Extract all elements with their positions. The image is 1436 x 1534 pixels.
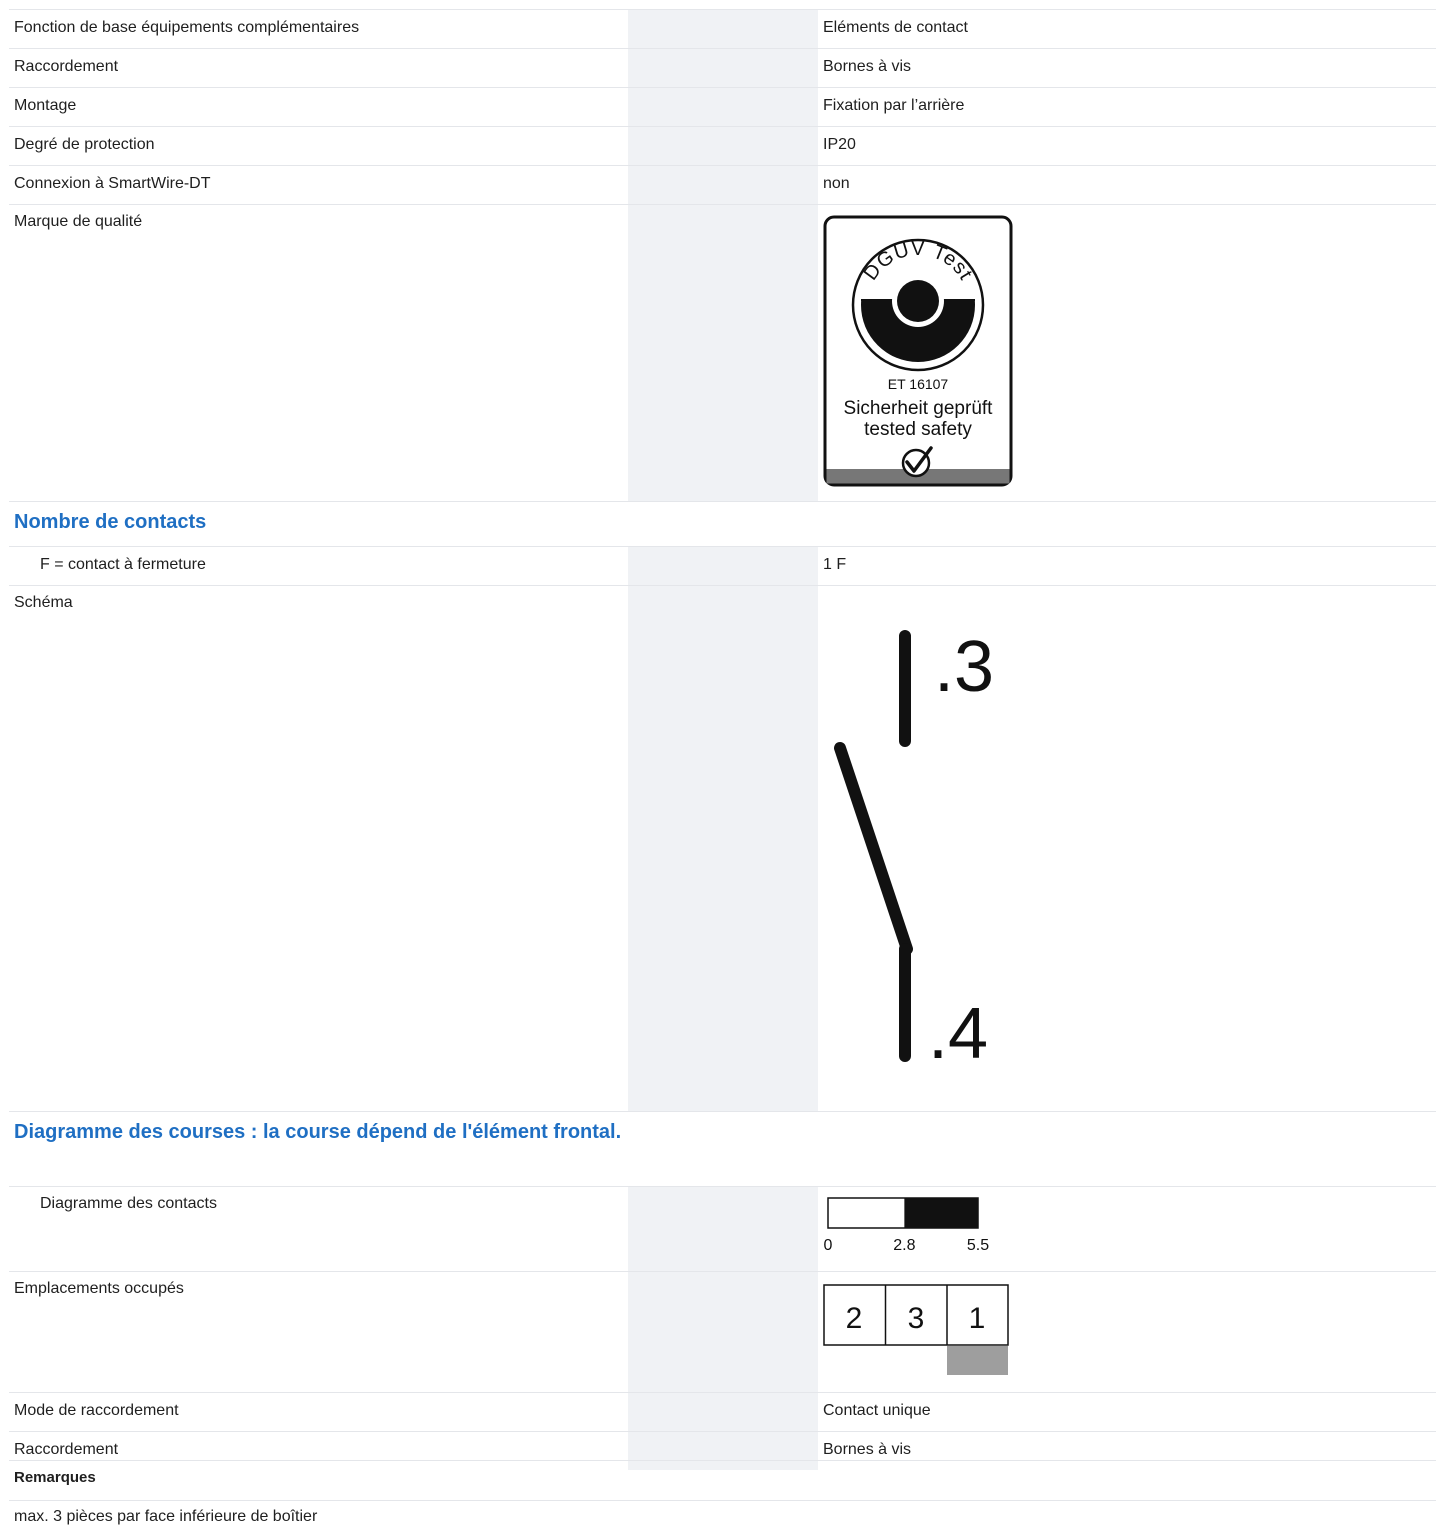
slot-label: 3 [908,1302,925,1335]
row-montage: Montage Fixation par l’arrière [9,87,1436,126]
row-mode-raccordement: Mode de raccordement Contact unique [9,1392,1436,1431]
row-label: Diagramme des contacts [40,1195,217,1212]
row-label: Marque de qualité [14,213,143,230]
contact-travel-diagram: 0 2.8 5.5 [824,1197,989,1254]
slot-diagram: 2 3 1 [823,1284,1009,1375]
slot-label: 1 [969,1302,986,1335]
svg-text:ET 16107: ET 16107 [888,376,949,392]
row-label: Montage [14,97,77,114]
contact-schema-diagram: .3 .4 [834,627,994,1074]
row-label: Connexion à SmartWire-DT [14,175,211,192]
row-label: Emplacements occupés [14,1280,184,1297]
dguv-quality-mark: DGUV Test ET 16107 Sicherheit geprüft te… [823,215,1013,487]
row-label: Raccordement [14,58,119,75]
spec-table: Fonction de base équipements complémenta… [9,9,1436,1470]
row-raccordement: Raccordement Bornes à vis [9,48,1436,87]
closed-contact-segment [904,1198,978,1228]
svg-text:Sicherheit geprüft: Sicherheit geprüft [844,398,994,419]
slot-label: 2 [846,1302,863,1335]
row-marque-qualite: Marque de qualité DGUV Test ET 16107 Sic… [9,204,1436,501]
row-smartwire: Connexion à SmartWire-DT non [9,165,1436,204]
row-label: Degré de protection [14,136,155,153]
remarks-heading: Remarques [9,1460,1436,1495]
row-diagramme-contacts: Diagramme des contacts 0 2.8 5.5 [9,1186,1436,1271]
row-fonction: Fonction de base équipements complémenta… [9,9,1436,48]
svg-text:tested safety: tested safety [864,419,972,440]
row-label: F = contact à fermeture [40,556,206,573]
section-heading: Diagramme des courses : la course dépend… [14,1121,622,1143]
svg-text:.4: .4 [928,994,988,1074]
row-value: Eléments de contact [823,19,968,36]
row-label: Mode de raccordement [14,1402,179,1419]
row-emplacements: Emplacements occupés 2 3 1 [9,1271,1436,1392]
svg-text:.3: .3 [934,627,994,707]
row-degre-protection: Degré de protection IP20 [9,126,1436,165]
section-nombre-contacts: Nombre de contacts [9,501,1436,546]
row-f-contact: F = contact à fermeture 1 F [9,546,1436,585]
section-heading: Nombre de contacts [14,511,207,533]
row-value: Fixation par l’arrière [823,97,965,114]
tick-label: 0 [824,1237,833,1254]
remarks-text: max. 3 pièces par face inférieure de boî… [9,1500,1436,1534]
tick-label: 2.8 [893,1237,915,1254]
row-value: non [823,175,850,192]
occupied-slot-marker [947,1346,1008,1375]
tick-label: 5.5 [967,1237,989,1254]
row-schema: Schéma .3 .4 [9,585,1436,1111]
row-label: Fonction de base équipements complémenta… [14,19,360,36]
row-value: 1 F [823,556,847,573]
section-diagramme-courses: Diagramme des courses : la course dépend… [9,1111,1436,1186]
row-value: Contact unique [823,1402,931,1419]
row-label: Schéma [14,594,73,611]
row-value: IP20 [823,136,856,153]
row-value: Bornes à vis [823,58,912,75]
